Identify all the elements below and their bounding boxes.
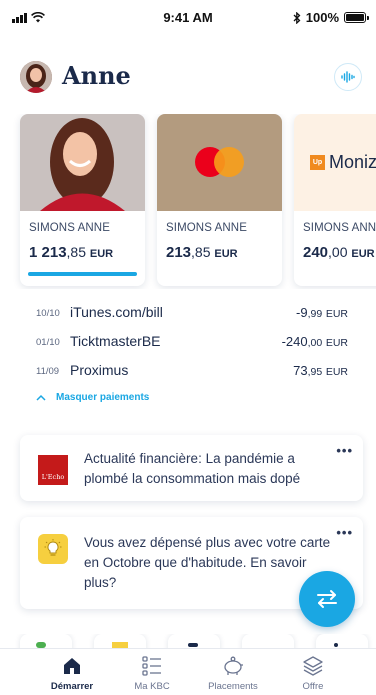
status-right: 100% bbox=[293, 10, 369, 25]
account-card[interactable]: Up Moniz SIMONS ANNE 240,00 EUR bbox=[294, 114, 376, 286]
transaction-row[interactable]: 01/10 TicktmasterBE -240,00 EUR bbox=[36, 331, 348, 360]
notification-text: Vous avez dépensé plus avec votre carte … bbox=[84, 535, 331, 590]
transaction-date: 11/09 bbox=[36, 366, 60, 377]
lecho-logo-text: L'Echo bbox=[41, 473, 65, 481]
moniz-visual: Up Moniz bbox=[294, 114, 376, 211]
bottom-tab-bar: Démarrer Ma KBC Placements Offre bbox=[0, 648, 376, 695]
tab-offre[interactable]: Offre bbox=[273, 655, 353, 692]
transaction-row[interactable]: 10/10 iTunes.com/bill -9,99 EUR bbox=[36, 302, 348, 331]
notification-text: Actualité financière: La pandémie a plom… bbox=[84, 451, 301, 486]
transaction-amount: 73,95 EUR bbox=[293, 363, 348, 378]
voice-wave-icon bbox=[341, 71, 355, 83]
card-balance: 213,85 EUR bbox=[166, 244, 238, 261]
tab-label: Démarrer bbox=[50, 681, 94, 692]
transaction-payee: Proximus bbox=[70, 362, 129, 378]
account-card[interactable]: SIMONS ANNE 213,85 EUR bbox=[157, 114, 282, 286]
tab-label: Offre bbox=[302, 681, 324, 692]
transaction-date: 10/10 bbox=[36, 308, 60, 319]
active-card-indicator bbox=[28, 272, 137, 276]
home-icon bbox=[64, 658, 80, 674]
lightbulb-icon bbox=[38, 534, 68, 564]
transaction-list: 10/10 iTunes.com/bill -9,99 EUR 01/10 Ti… bbox=[36, 302, 348, 389]
more-options-button[interactable]: ••• bbox=[336, 525, 353, 540]
tab-placements[interactable]: Placements bbox=[193, 655, 273, 692]
card-holder: SIMONS ANNE bbox=[166, 222, 247, 234]
card-holder: SIMONS ANNE bbox=[29, 222, 110, 234]
avatar-photo bbox=[20, 61, 52, 93]
header: Anne bbox=[20, 60, 362, 96]
mastercard-visual bbox=[157, 114, 282, 211]
lecho-logo: L'Echo bbox=[38, 455, 68, 485]
transfer-arrows-icon bbox=[317, 590, 337, 608]
transfer-button[interactable] bbox=[299, 571, 355, 627]
bluetooth-icon bbox=[293, 11, 301, 24]
battery-percent: 100% bbox=[305, 10, 339, 25]
more-options-button[interactable]: ••• bbox=[336, 443, 353, 458]
piggy-bank-icon bbox=[224, 656, 243, 675]
transaction-row[interactable]: 11/09 Proximus 73,95 EUR bbox=[36, 360, 348, 389]
account-card[interactable]: SIMONS ANNE 1 213,85 EUR bbox=[20, 114, 145, 286]
transaction-payee: iTunes.com/bill bbox=[70, 304, 163, 320]
card-balance: 1 213,85 EUR bbox=[29, 244, 114, 261]
status-bar: 9:41 AM 100% bbox=[0, 0, 376, 34]
card-photo bbox=[20, 114, 145, 211]
tab-ma-kbc[interactable]: Ma KBC bbox=[112, 655, 192, 692]
news-notification-card[interactable]: L'Echo Actualité financière: La pandémie… bbox=[20, 435, 363, 501]
voice-assistant-button[interactable] bbox=[334, 63, 362, 91]
battery-icon bbox=[344, 12, 369, 23]
chevron-up-icon bbox=[36, 394, 46, 401]
list-icon bbox=[142, 656, 161, 676]
tab-label: Placements bbox=[208, 681, 258, 692]
moniz-brand: Moniz bbox=[329, 152, 376, 172]
transaction-amount: -9,99 EUR bbox=[296, 305, 348, 320]
hide-payments-button[interactable]: Masquer paiements bbox=[36, 392, 149, 403]
card-holder: SIMONS ANNE bbox=[303, 222, 376, 234]
account-cards-carousel[interactable]: SIMONS ANNE 1 213,85 EUR SIMONS ANNE 213… bbox=[0, 114, 376, 289]
stack-layers-icon bbox=[303, 656, 323, 676]
transaction-date: 01/10 bbox=[36, 337, 60, 348]
avatar[interactable] bbox=[20, 61, 52, 93]
hide-payments-label: Masquer paiements bbox=[56, 392, 150, 403]
moniz-badge: Up bbox=[310, 155, 325, 170]
tab-label: Ma KBC bbox=[134, 681, 170, 692]
user-name: Anne bbox=[62, 61, 131, 90]
transaction-payee: TicktmasterBE bbox=[70, 333, 161, 349]
card-balance: 240,00 EUR bbox=[303, 244, 375, 261]
transaction-amount: -240,00 EUR bbox=[281, 334, 348, 349]
tab-demarrer[interactable]: Démarrer bbox=[32, 655, 112, 692]
